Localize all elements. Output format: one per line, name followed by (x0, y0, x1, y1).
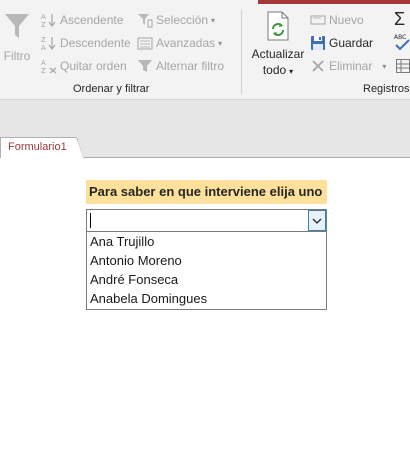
sort-ascending-label: Ascendente (60, 13, 124, 27)
tab-formulario1-label: Formulario1 (8, 141, 67, 153)
advanced-dropdown[interactable]: Avanzadas ▾ (137, 35, 222, 51)
delete-icon (310, 58, 326, 74)
refresh-all-label-line2: todo (262, 63, 287, 77)
list-item[interactable]: Anabela Domingues (87, 289, 326, 308)
remove-sort-label: Quitar orden (60, 59, 127, 73)
sort-ascending-icon: AZ (41, 12, 57, 28)
delete-label: Eliminar (329, 59, 373, 73)
svg-text:A: A (41, 13, 46, 21)
selection-label: Selección (156, 13, 209, 27)
list-item[interactable]: Antonio Moreno (87, 251, 326, 270)
advanced-label: Avanzadas (156, 36, 216, 50)
selection-filter-icon (137, 12, 153, 28)
more-records-icon[interactable] (396, 59, 410, 73)
toggle-filter-button[interactable]: Alternar filtro (137, 58, 224, 74)
svg-text:A: A (41, 44, 46, 51)
refresh-all-label-line1: Actualizar (251, 47, 305, 61)
chevron-down-icon: ▾ (289, 67, 294, 76)
sort-descending-button[interactable]: ZA Descendente (41, 35, 131, 51)
toggle-filter-icon (137, 58, 153, 74)
new-record-button[interactable]: Nuevo (310, 12, 364, 28)
svg-text:Z: Z (41, 67, 46, 74)
toggle-filter-label: Alternar filtro (156, 59, 225, 73)
chevron-down-icon: ▾ (211, 15, 216, 25)
sort-ascending-button[interactable]: AZ Ascendente (41, 12, 123, 28)
delete-dropdown[interactable]: Eliminar ▾ (310, 58, 386, 74)
svg-text:Z: Z (41, 21, 46, 28)
ribbon-top-strip (0, 0, 410, 8)
combo-dropdown-button[interactable] (308, 210, 326, 231)
sort-filter-group-label: Ordenar y filtrar (73, 83, 150, 95)
group-separator (241, 10, 242, 94)
remove-sort-icon: AZ (41, 58, 57, 74)
list-item[interactable]: André Fonseca (87, 270, 326, 289)
svg-text:Z: Z (41, 36, 46, 44)
advanced-filter-icon (137, 35, 153, 51)
spelling-icon[interactable]: ABC (394, 32, 410, 52)
new-record-label: Nuevo (329, 13, 364, 27)
save-button[interactable]: Guardar (310, 35, 373, 51)
person-combo-box[interactable] (86, 209, 327, 232)
filter-icon (5, 14, 29, 38)
prompt-label: Para saber en que interviene elija uno (86, 180, 327, 204)
sort-descending-label: Descendente (60, 36, 131, 50)
text-cursor (90, 213, 91, 228)
list-item[interactable]: Ana Trujillo (87, 232, 326, 251)
combo-dropdown-list: Ana Trujillo Antonio Moreno André Fonsec… (86, 232, 327, 310)
filter-button-label: Filtro (3, 49, 31, 63)
tab-formulario1[interactable]: Formulario1 (0, 137, 84, 159)
records-group-label: Registros (363, 83, 410, 95)
new-record-icon (310, 12, 326, 28)
selection-dropdown[interactable]: Selección ▾ (137, 12, 215, 28)
chevron-down-icon: ▾ (382, 61, 387, 71)
sort-descending-icon: ZA (41, 35, 57, 51)
filter-button[interactable]: Filtro (0, 10, 34, 64)
save-icon (310, 35, 326, 51)
totals-icon[interactable]: Σ (394, 10, 405, 28)
chevron-down-icon (312, 218, 322, 224)
svg-text:A: A (41, 59, 46, 67)
save-label: Guardar (329, 36, 374, 50)
ribbon: Filtro AZ Ascendente ZA Descendente AZ Q… (0, 0, 410, 100)
refresh-icon (267, 11, 289, 41)
refresh-all-button[interactable]: Actualizar todo ▾ (249, 10, 307, 80)
chevron-down-icon: ▾ (218, 38, 223, 48)
svg-text:ABC: ABC (394, 34, 406, 41)
remove-sort-button[interactable]: AZ Quitar orden (41, 58, 127, 74)
